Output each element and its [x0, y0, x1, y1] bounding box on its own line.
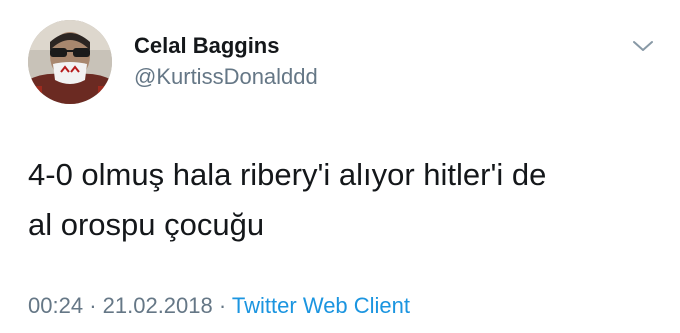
tweet-time[interactable]: 00:24	[28, 293, 83, 318]
tweet-meta: 00:24 · 21.02.2018 · Twitter Web Client	[28, 293, 410, 319]
tweet-date[interactable]: 21.02.2018	[103, 293, 213, 318]
tweet-source-link[interactable]: Twitter Web Client	[232, 293, 410, 318]
meta-separator: ·	[218, 293, 227, 318]
display-name[interactable]: Celal Baggins	[134, 33, 279, 59]
tweet-text-line: al orospu çocuğu	[28, 207, 265, 242]
chevron-down-icon[interactable]	[630, 36, 656, 56]
tweet-card: Celal Baggins @KurtissDonalddd 4-0 olmuş…	[0, 0, 680, 333]
meta-separator: ·	[89, 293, 97, 318]
avatar-image	[28, 20, 112, 104]
user-handle[interactable]: @KurtissDonalddd	[134, 64, 318, 90]
tweet-text-line: 4-0 olmuş hala ribery'i alıyor hitler'i …	[28, 157, 547, 192]
avatar[interactable]	[28, 20, 112, 104]
tweet-text: 4-0 olmuş hala ribery'i alıyor hitler'i …	[28, 150, 658, 250]
